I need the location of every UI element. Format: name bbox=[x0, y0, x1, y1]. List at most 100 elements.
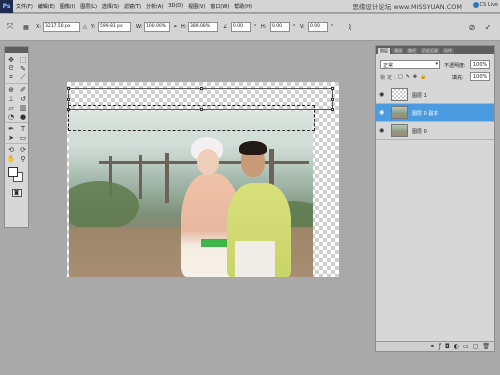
document-canvas[interactable] bbox=[67, 82, 339, 277]
link-icon[interactable]: ⚭ bbox=[173, 24, 177, 30]
dodge-tool-icon[interactable]: ● bbox=[17, 112, 29, 121]
3d-rotate-tool-icon[interactable]: ⟲ bbox=[5, 145, 17, 154]
commit-transform-icon[interactable]: ✓ bbox=[482, 21, 494, 33]
add-mask-icon[interactable]: ◘ bbox=[445, 343, 450, 350]
eye-icon[interactable]: ◉ bbox=[379, 110, 386, 116]
angle-icon: ∠ bbox=[223, 24, 228, 30]
menu-view[interactable]: 视图(V) bbox=[188, 3, 205, 10]
hand-tool-icon[interactable]: ✋ bbox=[5, 154, 17, 163]
menu-help[interactable]: 帮助(H) bbox=[234, 3, 252, 10]
new-group-icon[interactable]: ▭ bbox=[463, 343, 469, 350]
eraser-tool-icon[interactable]: ▱ bbox=[5, 103, 17, 112]
foreground-color-swatch[interactable] bbox=[8, 167, 18, 177]
menu-analysis[interactable]: 分析(A) bbox=[146, 3, 163, 10]
selection-marquee bbox=[68, 105, 315, 131]
photo-layer bbox=[69, 111, 313, 277]
blend-mode-value: 正常 bbox=[383, 63, 394, 69]
menu-window[interactable]: 窗口(W) bbox=[210, 3, 229, 10]
crop-tool-icon[interactable]: ⌗ bbox=[5, 73, 17, 82]
height-field[interactable]: 389.08% bbox=[188, 22, 218, 32]
quick-select-tool-icon[interactable]: ✎ bbox=[17, 64, 29, 73]
eye-icon[interactable]: ◉ bbox=[379, 128, 386, 134]
transform-handle[interactable] bbox=[67, 87, 70, 90]
warp-mode-icon[interactable]: ⌇ bbox=[344, 21, 356, 33]
menu-select[interactable]: 选择(S) bbox=[102, 3, 119, 10]
menu-3d[interactable]: 3D(D) bbox=[168, 3, 183, 9]
3d-orbit-tool-icon[interactable]: ⟳ bbox=[17, 145, 29, 154]
photoshop-logo: Ps bbox=[0, 0, 13, 13]
menu-edit[interactable]: 编辑(E) bbox=[38, 3, 55, 10]
link-layers-icon[interactable]: ⚭ bbox=[430, 343, 435, 350]
eyedropper-tool-icon[interactable]: ⟋ bbox=[17, 73, 29, 82]
tab-history[interactable]: 历史记录 bbox=[420, 48, 440, 54]
fill-field[interactable]: 100% bbox=[470, 72, 490, 81]
tab-actions[interactable]: 动作 bbox=[442, 48, 454, 54]
hskew-degree-symbol: ° bbox=[293, 24, 296, 30]
pen-tool-icon[interactable]: ✒ bbox=[5, 124, 17, 133]
stamp-tool-icon[interactable]: ⊥ bbox=[5, 94, 17, 103]
transform-tool-icon[interactable]: ⤧ bbox=[4, 21, 16, 33]
transform-handle[interactable] bbox=[331, 87, 334, 90]
layer-row-0[interactable]: ◉ 图层 0 bbox=[376, 122, 494, 140]
fill-label: 填充: bbox=[452, 75, 464, 81]
transform-handle[interactable] bbox=[200, 87, 203, 90]
menu-filter[interactable]: 滤镜(T) bbox=[124, 3, 141, 10]
lasso-tool-icon[interactable]: ᘓ bbox=[5, 64, 17, 73]
eye-icon[interactable]: ◉ bbox=[379, 92, 386, 98]
transform-handle[interactable] bbox=[331, 108, 334, 111]
layer-name: 图层 0 bbox=[412, 129, 427, 135]
type-tool-icon[interactable]: T bbox=[17, 124, 29, 133]
transform-handle[interactable] bbox=[67, 98, 70, 101]
lock-label: 锁定: bbox=[380, 75, 398, 81]
quick-mask-icon[interactable]: ◙ bbox=[11, 189, 22, 197]
x-field[interactable]: 3217.50 px bbox=[43, 22, 80, 32]
delete-layer-icon[interactable]: 🗑 bbox=[482, 343, 490, 350]
vskew-field[interactable]: 0.00 bbox=[308, 22, 328, 32]
y-label: Y: bbox=[91, 24, 96, 30]
history-brush-tool-icon[interactable]: ↺ bbox=[17, 94, 29, 103]
h-label: H: bbox=[181, 24, 187, 30]
adjustment-layer-icon[interactable]: ◐ bbox=[454, 343, 459, 350]
cancel-transform-icon[interactable]: ⊘ bbox=[466, 21, 478, 33]
layer-style-icon[interactable]: ƒ bbox=[439, 343, 441, 350]
w-label: W: bbox=[136, 24, 143, 30]
menu-layer[interactable]: 图层(L) bbox=[80, 3, 97, 10]
y-field[interactable]: 599.81 px bbox=[98, 22, 131, 32]
reference-point-icon[interactable]: ▦ bbox=[20, 21, 32, 33]
width-field[interactable]: 100.00% bbox=[144, 22, 170, 32]
transform-handle[interactable] bbox=[331, 98, 334, 101]
blend-mode-select[interactable]: 正常 ▾ bbox=[380, 60, 440, 69]
zoom-tool-icon[interactable]: ⚲ bbox=[17, 154, 29, 163]
opacity-field[interactable]: 100% bbox=[470, 60, 490, 69]
new-layer-icon[interactable]: ▢ bbox=[473, 343, 479, 350]
menu-image[interactable]: 图像(I) bbox=[60, 3, 75, 10]
layer-row-1[interactable]: ◉ 图层 1 bbox=[376, 86, 494, 104]
groom-hair bbox=[239, 141, 267, 155]
tab-layers[interactable]: 图层 bbox=[378, 48, 390, 54]
shape-tool-icon[interactable]: ▭ bbox=[17, 133, 29, 142]
gradient-tool-icon[interactable]: ▥ bbox=[17, 103, 29, 112]
delta-icon: △ bbox=[83, 24, 87, 30]
move-tool-icon[interactable]: ✥ bbox=[5, 55, 17, 64]
layer-row-0-copy[interactable]: ◉ 图层 0 副本 bbox=[376, 104, 494, 122]
tab-paths[interactable]: 路径 bbox=[406, 48, 418, 54]
bride-face bbox=[197, 149, 219, 175]
healing-tool-icon[interactable]: ⊕ bbox=[5, 85, 17, 94]
hskew-field[interactable]: 0.00 bbox=[270, 22, 290, 32]
brush-tool-icon[interactable]: ✐ bbox=[17, 85, 29, 94]
cs-live-icon bbox=[472, 2, 479, 8]
tab-channels[interactable]: 通道 bbox=[392, 48, 404, 54]
fence-post bbox=[139, 155, 142, 199]
color-swatches bbox=[5, 165, 28, 187]
marquee-tool-icon[interactable]: ⬚ bbox=[17, 55, 29, 64]
blur-tool-icon[interactable]: ◔ bbox=[5, 112, 17, 121]
groom-pants bbox=[235, 241, 275, 277]
layer-name: 图层 0 副本 bbox=[412, 111, 439, 117]
angle-field[interactable]: 0.00 bbox=[231, 22, 251, 32]
cs-live-label: CS Live bbox=[479, 2, 498, 8]
layer-thumbnail bbox=[391, 106, 408, 119]
menu-file[interactable]: 文件(F) bbox=[16, 3, 33, 10]
cs-live-button[interactable]: CS Live bbox=[472, 2, 498, 8]
lock-options-icon[interactable]: □✎✥🔒 bbox=[398, 74, 429, 80]
path-select-tool-icon[interactable]: ➤ bbox=[5, 133, 17, 142]
